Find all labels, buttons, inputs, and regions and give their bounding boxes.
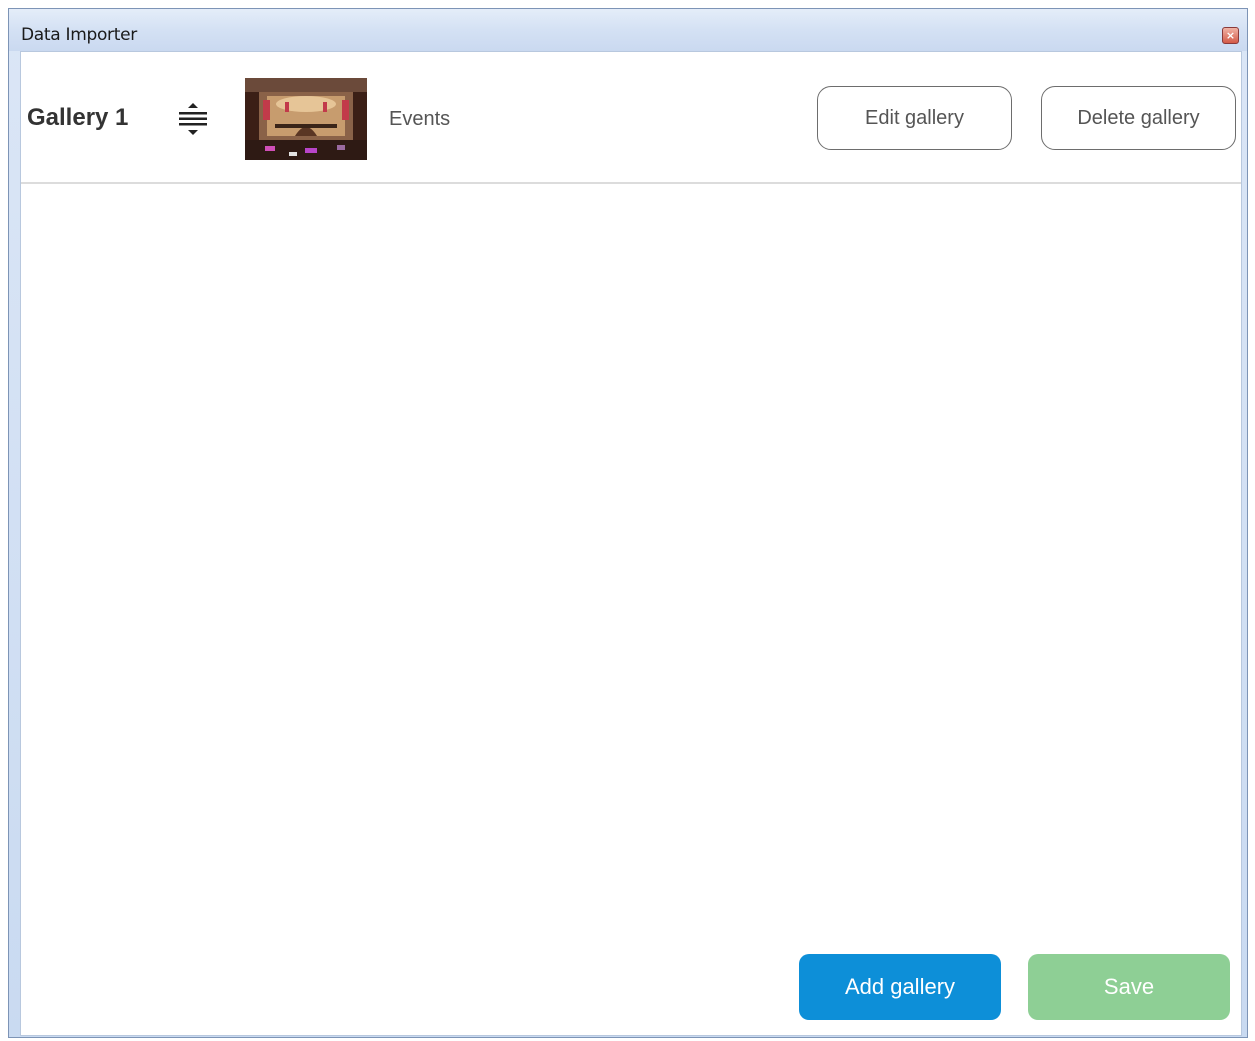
- edit-gallery-button[interactable]: Edit gallery: [817, 86, 1012, 150]
- gallery-thumbnail-image: [245, 78, 367, 160]
- delete-gallery-button[interactable]: Delete gallery: [1041, 86, 1236, 150]
- data-importer-window: Data Importer × Gallery 1 Events Edit ga…: [8, 8, 1248, 1038]
- save-button[interactable]: Save: [1028, 954, 1230, 1020]
- window-title: Data Importer: [21, 25, 137, 45]
- title-bar[interactable]: Data Importer ×: [9, 9, 1247, 51]
- gallery-name: Gallery 1: [27, 104, 129, 131]
- gallery-category: Events: [389, 108, 451, 130]
- gallery-row: Gallery 1 Events Edit gallery Delete gal…: [21, 52, 1241, 184]
- add-gallery-button[interactable]: Add gallery: [799, 954, 1001, 1020]
- close-icon[interactable]: ×: [1222, 27, 1239, 44]
- content-area: Gallery 1 Events Edit gallery Delete gal…: [20, 51, 1242, 1036]
- drag-handle-icon[interactable]: [177, 102, 209, 136]
